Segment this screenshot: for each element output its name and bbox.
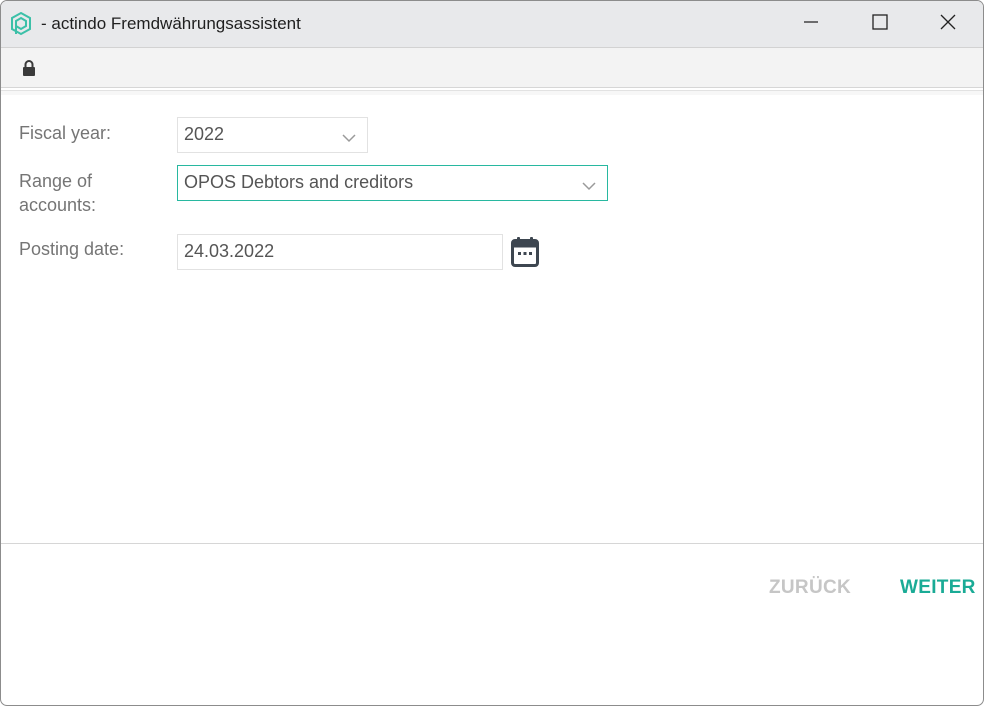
maximize-icon: [872, 13, 888, 35]
footer-divider: [1, 543, 983, 544]
fiscal-year-select[interactable]: 2022: [177, 117, 368, 153]
address-bar: [1, 48, 983, 88]
posting-date-value: 24.03.2022: [184, 241, 275, 261]
fiscal-year-label: Fiscal year:: [19, 123, 112, 143]
back-button[interactable]: ZURÜCK: [769, 577, 851, 599]
calendar-icon[interactable]: [511, 236, 539, 272]
chevron-down-icon: [582, 178, 596, 196]
next-button[interactable]: WEITER: [900, 577, 976, 599]
close-button[interactable]: [918, 1, 978, 47]
maximize-button[interactable]: [850, 1, 910, 47]
minimize-icon: [803, 14, 819, 35]
posting-date-label: Posting date:: [19, 239, 125, 259]
range-of-accounts-select[interactable]: OPOS Debtors and creditors: [177, 165, 608, 201]
range-of-accounts-value: OPOS Debtors and creditors: [184, 172, 414, 192]
actindo-logo-icon: [10, 11, 32, 36]
range-label-line1: Range of: [19, 171, 93, 191]
wizard-window: - actindo Fremdwährungsassistent Fiscal …: [0, 0, 984, 706]
content-divider: [1, 90, 983, 95]
minimize-button[interactable]: [781, 1, 841, 47]
range-label-line2: accounts:: [19, 195, 97, 215]
chevron-down-icon: [342, 130, 356, 148]
fiscal-year-value: 2022: [184, 124, 225, 144]
range-of-accounts-label: Range of accounts:: [19, 169, 96, 217]
lock-icon: [22, 60, 36, 81]
posting-date-input[interactable]: 24.03.2022: [177, 234, 503, 270]
window-title: - actindo Fremdwährungsassistent: [41, 14, 301, 33]
close-icon: [940, 14, 956, 35]
title-bar: - actindo Fremdwährungsassistent: [1, 1, 983, 48]
